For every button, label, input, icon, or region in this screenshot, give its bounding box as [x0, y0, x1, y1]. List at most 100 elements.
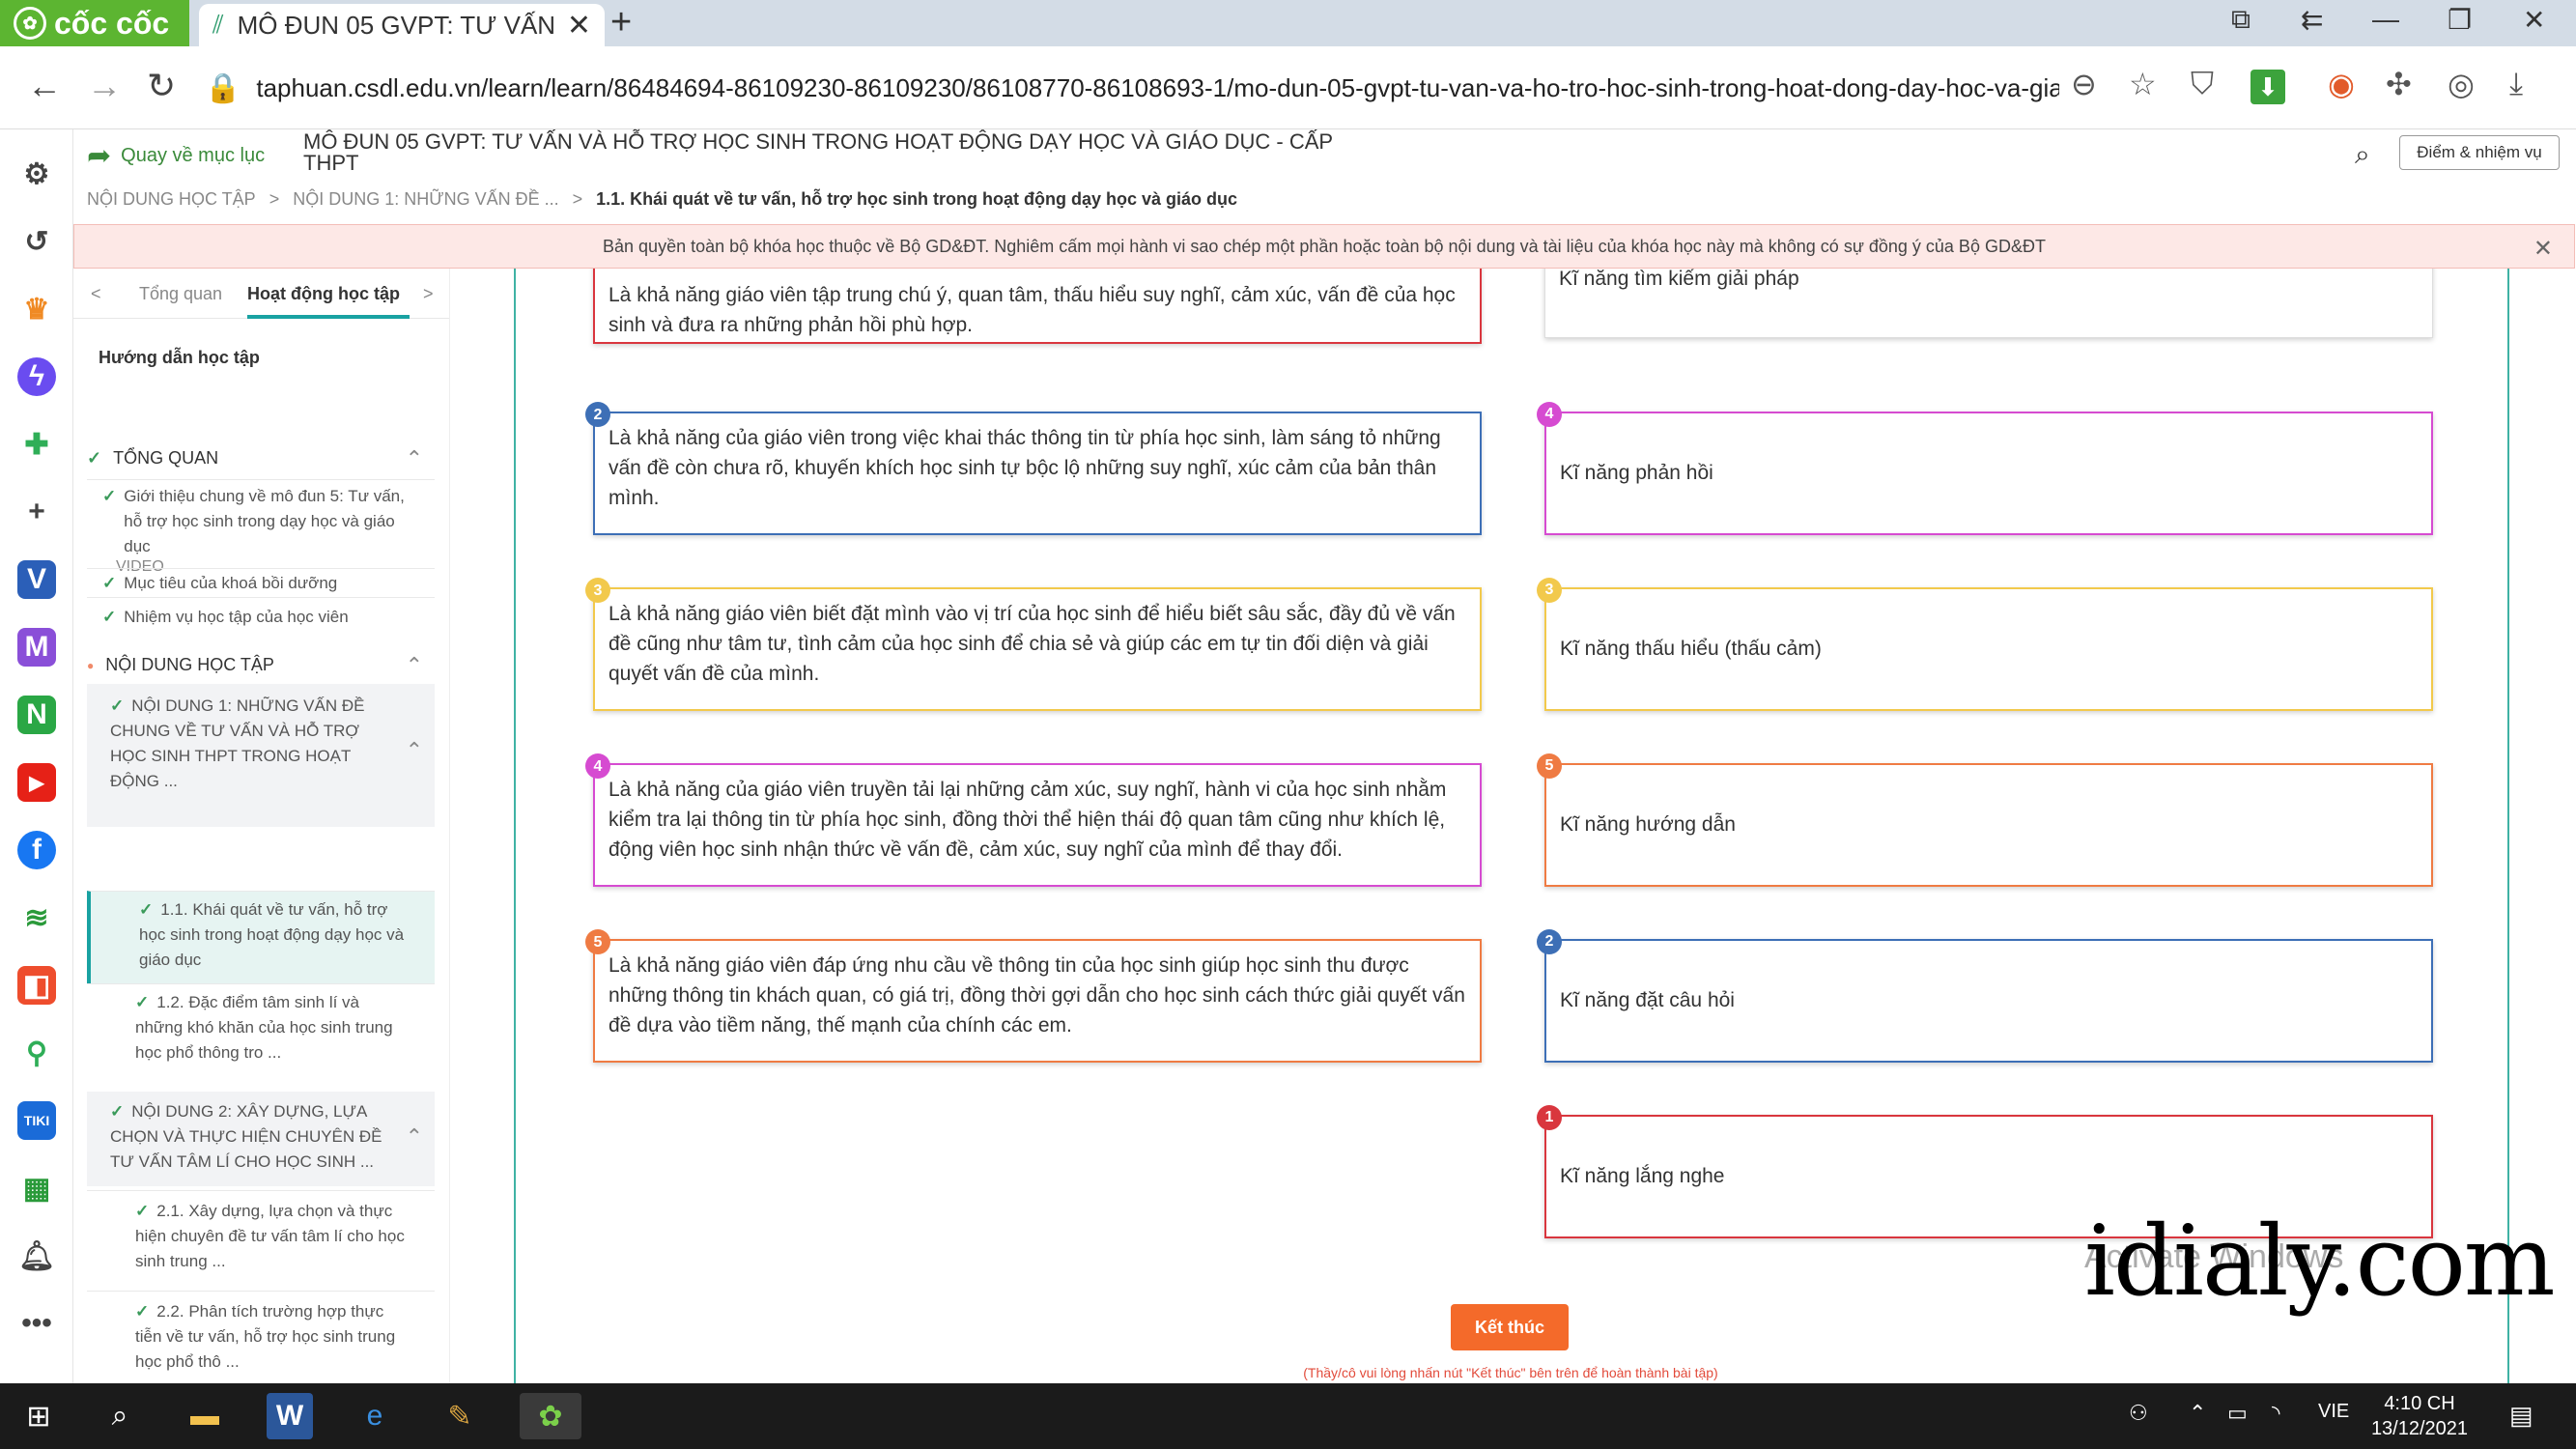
chevron-up-icon: ⌃: [405, 1124, 423, 1149]
definition-card[interactable]: 4 Là khả năng của giáo viên truyền tải lạ…: [585, 753, 1482, 887]
outline-tabs: < Tổng quan Hoạt động học tập >: [73, 269, 449, 319]
close-window-icon[interactable]: ✕: [2523, 4, 2545, 36]
game-controller-icon[interactable]: ✚: [17, 425, 56, 464]
close-notice-icon[interactable]: ✕: [2534, 235, 2553, 263]
clock[interactable]: 4:10 CH 13/12/2021: [2366, 1391, 2473, 1441]
maximize-icon[interactable]: ❐: [2448, 4, 2472, 36]
facebook-icon[interactable]: f: [17, 831, 56, 869]
crown-icon[interactable]: ♛: [17, 290, 56, 328]
url-field[interactable]: 🔒 taphuan.csdl.edu.vn/learn/learn/864846…: [205, 60, 2059, 116]
skill-card[interactable]: 2 Kĩ năng đặt câu hỏi: [1537, 929, 2433, 1063]
skill-card[interactable]: 4 Kĩ năng phản hồi: [1537, 402, 2433, 535]
edge-icon[interactable]: e: [352, 1393, 398, 1439]
definition-card[interactable]: 3 Là khả năng giáo viên biết đặt mình vào…: [585, 578, 1482, 711]
wifi-icon[interactable]: ◝: [2272, 1401, 2280, 1426]
lesson-item[interactable]: ✓ 1.2. Đặc điểm tâm sinh lí và những khó …: [87, 983, 435, 1076]
coccoc-menu-button[interactable]: ✿ cốc cốc: [0, 0, 189, 46]
screenshot-icon[interactable]: ⧉: [2231, 4, 2250, 36]
outline-item[interactable]: ✓ Nhiệm vụ học tập của học viên: [87, 597, 435, 636]
paint-icon[interactable]: ✎: [437, 1393, 483, 1439]
outline-item[interactable]: ✓ Giới thiệu chung về mô đun 5: Tư vấn, h…: [87, 479, 435, 575]
tab-prev-icon[interactable]: <: [91, 284, 101, 304]
definition-card[interactable]: 5 Là khả năng giáo viên đáp ứng nhu cầu v…: [585, 929, 1482, 1063]
active-tab-indicator: [247, 315, 410, 319]
v-app-icon[interactable]: V: [17, 560, 56, 599]
shield-icon[interactable]: ⛉: [2191, 66, 2214, 102]
learning-guide-link[interactable]: Hướng dẫn học tập: [99, 348, 260, 368]
battery-icon[interactable]: ▭: [2227, 1401, 2248, 1426]
breadcrumb-item[interactable]: NỘI DUNG 1: NHỮNG VẤN ĐỀ ...: [293, 189, 558, 210]
tiki-icon[interactable]: TIKI: [17, 1101, 56, 1140]
spreadsheet-icon[interactable]: ▦: [17, 1169, 56, 1208]
card-number-badge: 3: [1537, 578, 1562, 603]
extensions-puzzle-icon[interactable]: ✣: [2386, 66, 2412, 102]
skill-card[interactable]: 3 Kĩ năng thấu hiểu (thấu cảm): [1537, 578, 2433, 711]
definition-card[interactable]: 2 Là khả năng của giáo viên trong việc kh…: [585, 402, 1482, 535]
add-icon[interactable]: +: [17, 493, 56, 531]
skill-card[interactable]: 5 Kĩ năng hướng dẫn: [1537, 753, 2433, 887]
language-indicator[interactable]: VIE: [2318, 1401, 2349, 1423]
lesson-item-active[interactable]: ✓ 1.1. Khái quát về tư vấn, hỗ trợ học si…: [87, 891, 435, 983]
coccoc-logo-icon: ✿: [14, 7, 46, 40]
shopee-icon[interactable]: ◧: [17, 966, 56, 1005]
sidebar-toggle-icon[interactable]: ⇇: [2301, 4, 2323, 36]
word-icon[interactable]: W: [267, 1393, 313, 1439]
back-to-index-link[interactable]: ➦ Quay về mục lục: [87, 139, 265, 173]
definition-text: Là khả năng của giáo viên trong việc kha…: [609, 427, 1441, 509]
content-group-1[interactable]: ✓ NỘI DUNG 1: NHỮNG VẤN ĐỀ CHUNG VỀ TƯ VẤ…: [87, 684, 435, 827]
people-icon[interactable]: ⚇: [2129, 1401, 2148, 1426]
minimize-icon[interactable]: —: [2372, 4, 2399, 35]
notification-bell-icon[interactable]: 🔔︎: [17, 1236, 56, 1275]
browser-tab[interactable]: ⫽ MÔ ĐUN 05 GVPT: TƯ VẤN V ✕: [199, 4, 605, 46]
notification-center-icon[interactable]: ▤: [2509, 1401, 2534, 1431]
settings-gear-icon[interactable]: ⚙: [17, 155, 56, 193]
back-icon[interactable]: ←: [27, 66, 62, 106]
coccoc-taskbar-icon[interactable]: ✿: [520, 1393, 581, 1439]
card-number-badge: 5: [585, 929, 610, 954]
youtube-icon[interactable]: ▶: [17, 763, 56, 802]
definition-card[interactable]: Là khả năng giáo viên tập trung chú ý, q…: [593, 269, 1482, 344]
n-app-icon[interactable]: N: [17, 696, 56, 734]
breadcrumb-item[interactable]: NỘI DUNG HỌC TẬP: [87, 189, 256, 210]
file-explorer-icon[interactable]: ▬: [182, 1393, 228, 1439]
outline-item[interactable]: ✓ Mục tiêu của khoá bồi dưỡng: [87, 568, 435, 599]
definition-text: Là khả năng giáo viên tập trung chú ý, q…: [609, 284, 1456, 336]
lesson-item[interactable]: ✓ 2.1. Xây dựng, lựa chọn và thực hiện ch…: [87, 1190, 435, 1287]
finish-button[interactable]: Kết thúc: [1451, 1304, 1569, 1350]
search-icon[interactable]: ⌕: [2355, 139, 2370, 171]
tab-next-icon[interactable]: >: [423, 284, 434, 304]
downloads-icon[interactable]: ⤓: [2509, 66, 2523, 102]
secure-lock-icon: 🔒: [205, 71, 241, 104]
bookmark-star-icon[interactable]: ☆: [2129, 66, 2157, 102]
history-icon[interactable]: ↺: [17, 222, 56, 261]
skill-card[interactable]: Kĩ năng tìm kiếm giải pháp: [1544, 269, 2433, 338]
section-learning-content[interactable]: ● NỘI DUNG HỌC TẬP ⌃: [87, 653, 435, 677]
lesson-label: 1.2. Đặc điểm tâm sinh lí và những khó k…: [135, 993, 393, 1062]
map-pin-icon[interactable]: ⚲: [17, 1034, 56, 1072]
forward-icon[interactable]: →: [87, 66, 122, 106]
tab-learning-activities[interactable]: Hoạt động học tập: [247, 284, 400, 304]
coccoc-extension-icon[interactable]: ◉: [2328, 66, 2355, 102]
close-tab-icon[interactable]: ✕: [567, 9, 591, 43]
breadcrumb-current: 1.1. Khái quát về tư vấn, hỗ trợ học sin…: [596, 189, 1238, 209]
reload-icon[interactable]: ↻: [147, 66, 176, 106]
profile-icon[interactable]: ◎: [2448, 66, 2475, 102]
card-number-badge: 4: [1537, 402, 1562, 427]
lesson-label: 1.1. Khái quát về tư vấn, hỗ trợ học sin…: [139, 900, 405, 969]
more-icon[interactable]: •••: [17, 1304, 56, 1343]
wifi-app-icon[interactable]: ≋: [17, 898, 56, 937]
score-tasks-button[interactable]: Điểm & nhiệm vụ: [2399, 135, 2560, 170]
section-overview[interactable]: ✓ TỔNG QUAN ⌃: [87, 446, 435, 470]
lesson-item[interactable]: ✓ 2.2. Phân tích trường hợp thực tiễn về …: [87, 1291, 435, 1383]
search-icon[interactable]: ⌕: [97, 1393, 143, 1439]
messenger-icon[interactable]: ϟ: [17, 357, 56, 396]
windows-start-icon[interactable]: ⊞: [15, 1393, 62, 1439]
tab-overview[interactable]: Tổng quan: [139, 284, 222, 304]
m-app-icon[interactable]: M: [17, 628, 56, 667]
download-extension-icon[interactable]: ⬇: [2250, 70, 2285, 104]
zoom-out-icon[interactable]: ⊖: [2071, 66, 2097, 102]
tab-favicon-icon: ⫽: [212, 10, 224, 39]
new-tab-icon[interactable]: +: [610, 2, 632, 43]
tray-chevron-icon[interactable]: ⌃: [2189, 1401, 2206, 1426]
content-group-2[interactable]: ✓ NỘI DUNG 2: XÂY DỰNG, LỰA CHỌN VÀ THỰC …: [87, 1092, 435, 1186]
